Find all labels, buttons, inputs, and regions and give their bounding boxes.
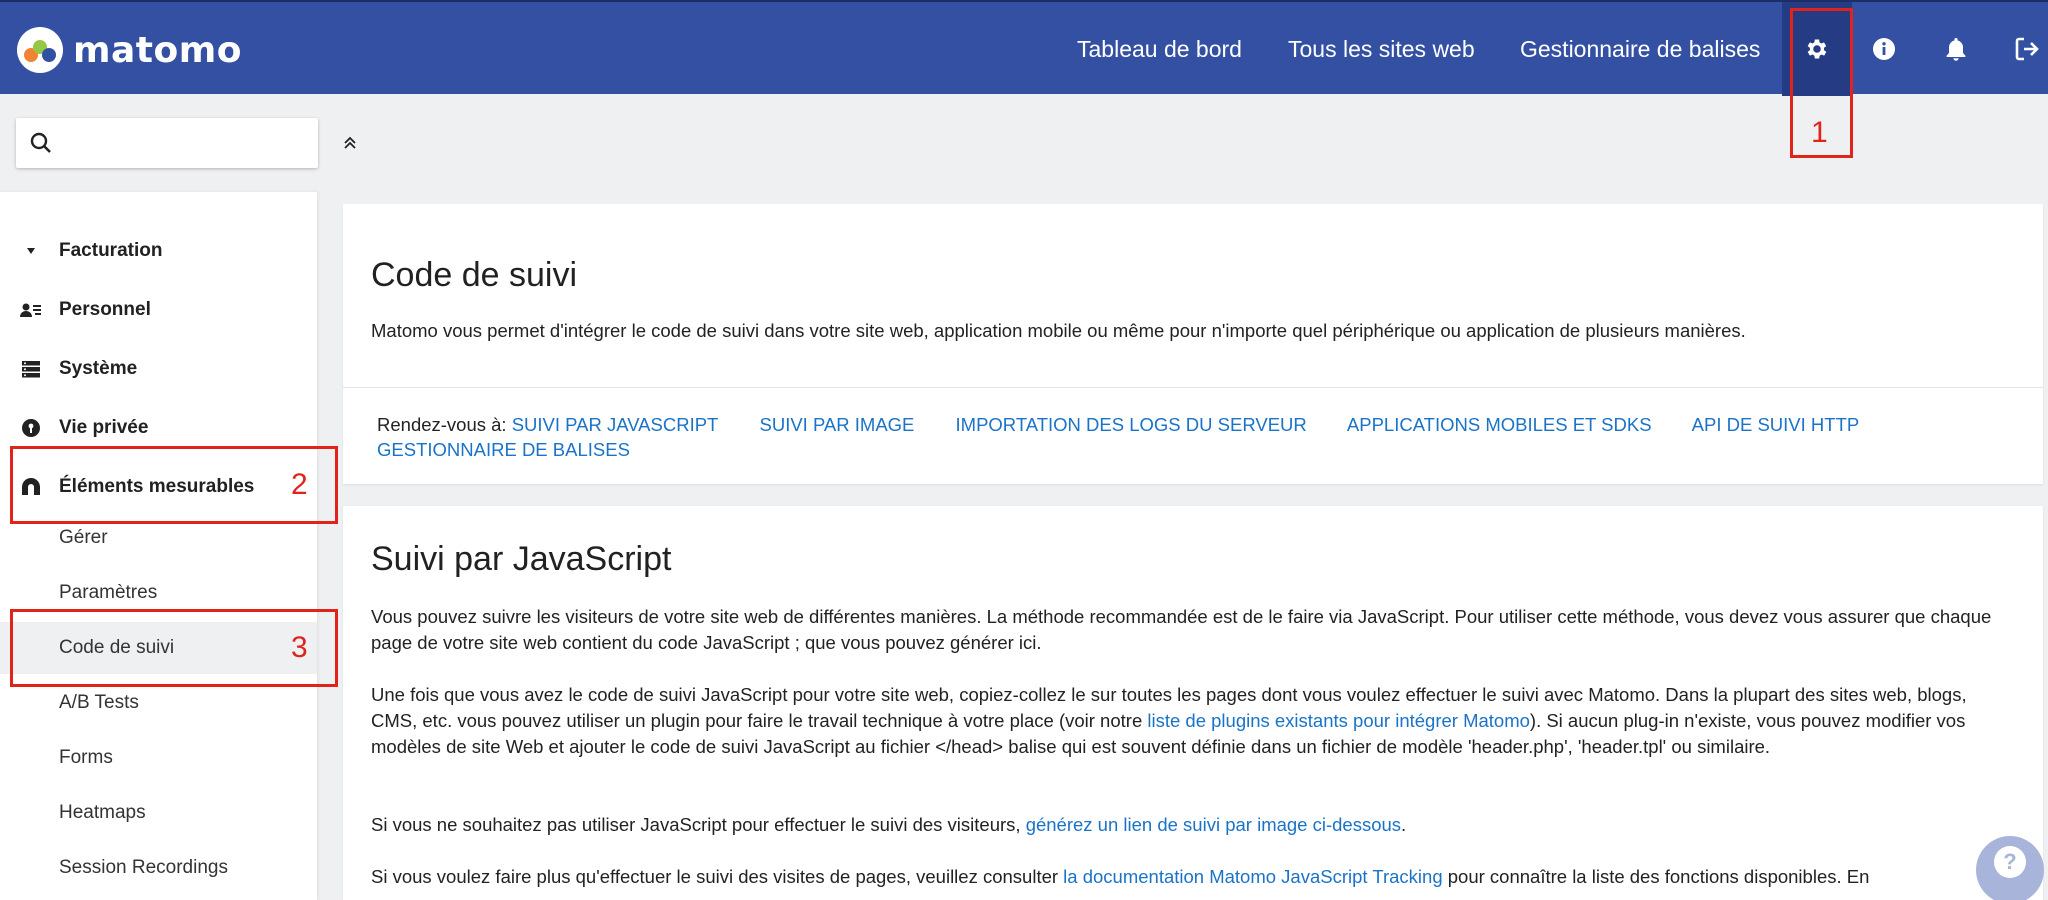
goto-link-http-api[interactable]: API DE SUIVI HTTP (1692, 414, 1860, 435)
js-paragraph-4: Si vous voulez faire plus qu'effectuer l… (371, 864, 2011, 890)
notifications-button[interactable] (1921, 2, 1991, 96)
info-icon (1873, 38, 1895, 60)
sidebar-item-label: Personnel (59, 299, 151, 320)
sidebar-subitem-label: A/B Tests (59, 692, 139, 713)
js-paragraph-1: Vous pouvez suivre les visiteurs de votr… (371, 606, 1992, 653)
caret-down-icon (20, 240, 42, 262)
bell-icon (1946, 38, 1966, 61)
sidebar-item-systeme[interactable]: Système (0, 344, 317, 394)
tracking-intro-text: Matomo vous permet d'intégrer le code de… (371, 320, 1746, 341)
sidebar-subitem-label: Session Recordings (59, 857, 228, 878)
js-paragraph-4-text-end: pour connaître la liste des fonctions di… (1442, 866, 1870, 887)
sidebar-subitem-heatmaps[interactable]: Heatmaps (0, 787, 317, 839)
logout-button[interactable] (1992, 2, 2048, 96)
annotation-number-3: 3 (291, 631, 308, 664)
sidebar-item-label: Vie privée (59, 417, 149, 438)
annotation-box-2 (10, 446, 338, 524)
menu-search[interactable] (16, 118, 318, 168)
plugins-list-link[interactable]: liste de plugins existants pour intégrer… (1147, 710, 1530, 731)
annotation-number-1: 1 (1811, 116, 1828, 149)
nav-all-websites-link[interactable]: Tous les sites web (1288, 36, 1475, 63)
nav-dashboard[interactable]: Tableau de bord (1077, 2, 1242, 96)
server-icon (20, 358, 42, 380)
section-title: Suivi par JavaScript (371, 540, 672, 578)
goto-link-javascript[interactable]: SUIVI PAR JAVASCRIPT (512, 414, 719, 435)
annotation-number-2: 2 (291, 468, 308, 501)
goto-link-image[interactable]: SUIVI PAR IMAGE (760, 414, 915, 435)
js-docs-link[interactable]: la documentation Matomo JavaScript Track… (1063, 866, 1442, 887)
goto-links: Rendez-vous à: SUIVI PAR JAVASCRIPT SUIV… (377, 412, 2017, 462)
brand-name: matomo (73, 29, 242, 71)
annotation-box-3 (10, 609, 338, 687)
sidebar-subitem-session-recordings[interactable]: Session Recordings (0, 842, 317, 894)
goto-label: Rendez-vous à: (377, 414, 507, 435)
sidebar-subitem-label: Forms (59, 747, 113, 768)
sidebar-item-facturation[interactable]: Facturation (0, 226, 317, 276)
logout-icon (2015, 37, 2039, 61)
search-icon (30, 132, 51, 153)
javascript-tracking-card: Suivi par JavaScript Vous pouvez suivre … (343, 506, 2043, 900)
nav-tag-manager-link[interactable]: Gestionnaire de balises (1520, 36, 1760, 63)
js-paragraph-3-text-end: . (1401, 814, 1407, 835)
divider (343, 387, 2043, 388)
sidebar-subitem-label: Paramètres (59, 582, 158, 603)
sidebar-subitem-forms[interactable]: Forms (0, 732, 317, 784)
nav-tag-manager[interactable]: Gestionnaire de balises (1520, 2, 1760, 96)
sidebar-item-label: Facturation (59, 240, 163, 261)
question-icon: ? (1994, 846, 2026, 878)
admin-sidebar: Facturation Personnel Système Vie privée… (0, 192, 317, 900)
privacy-icon (20, 417, 42, 439)
image-tracking-link[interactable]: générez un lien de suivi par image ci-de… (1026, 814, 1401, 835)
menu-search-input[interactable] (62, 132, 302, 154)
nav-dashboard-link[interactable]: Tableau de bord (1077, 36, 1242, 63)
nav-all-websites[interactable]: Tous les sites web (1288, 2, 1475, 96)
sidebar-subitem-label: Heatmaps (59, 802, 146, 823)
person-icon (20, 299, 42, 321)
chevron-double-up-icon (344, 136, 356, 149)
js-paragraph-3: Si vous ne souhaitez pas utiliser JavaSc… (371, 812, 2011, 838)
js-paragraph-4-text: Si vous voulez faire plus qu'effectuer l… (371, 866, 1064, 887)
page-title: Code de suivi (371, 256, 578, 294)
help-widget-button[interactable]: ? (1976, 836, 2044, 900)
top-bar: matomo Tableau de bord Tous les sites we… (0, 0, 2048, 96)
sidebar-item-label: Système (59, 358, 138, 379)
js-paragraph-2: Une fois que vous avez le code de suivi … (371, 682, 2011, 760)
help-info-button[interactable] (1849, 2, 1919, 96)
tracking-code-card: Code de suivi Matomo vous permet d'intég… (343, 204, 2043, 484)
sidebar-item-personnel[interactable]: Personnel (0, 285, 317, 335)
matomo-logo-icon (17, 27, 63, 73)
goto-link-mobile-sdks[interactable]: APPLICATIONS MOBILES ET SDKS (1347, 414, 1652, 435)
goto-link-log-import[interactable]: IMPORTATION DES LOGS DU SERVEUR (956, 414, 1307, 435)
goto-link-tag-manager[interactable]: GESTIONNAIRE DE BALISES (377, 439, 630, 460)
matomo-logo[interactable]: matomo (17, 26, 242, 74)
js-paragraph-3-text: Si vous ne souhaitez pas utiliser JavaSc… (371, 814, 1026, 835)
collapse-menu-button[interactable] (340, 130, 360, 154)
sidebar-subitem-label: Gérer (59, 527, 108, 548)
